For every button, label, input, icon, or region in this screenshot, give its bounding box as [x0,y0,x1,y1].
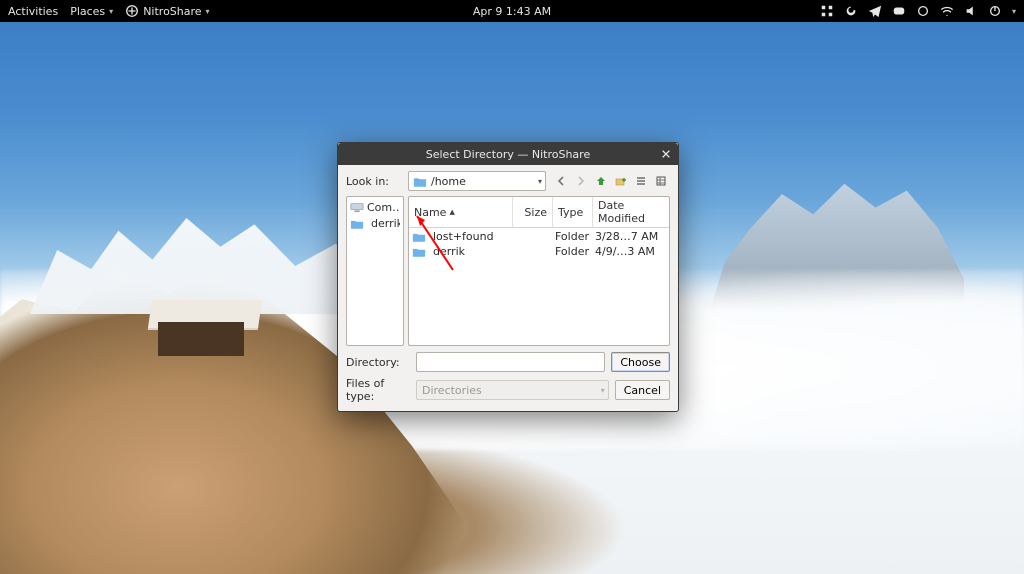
detail-view-button[interactable] [652,172,670,190]
gnome-topbar: Activities Places ▾ NitroShare ▾ Apr 9 1… [0,0,1024,22]
file-date: 4/9/…3 AM [590,245,666,258]
list-view-icon [635,175,647,187]
nav-toolbar [552,172,670,190]
tray-sync-icon[interactable] [916,4,930,18]
power-icon[interactable] [988,4,1002,18]
cancel-button[interactable]: Cancel [615,380,670,400]
tray-indicator-icon[interactable] [820,4,834,18]
file-row[interactable]: lost+found Folder3/28…7 AM [409,229,669,244]
select-directory-dialog: Select Directory — NitroShare Look in: /… [337,142,679,412]
back-button[interactable] [552,172,570,190]
close-button[interactable] [658,146,674,162]
filetype-value: Directories [422,384,482,397]
directory-input[interactable] [416,352,605,372]
topbar-places[interactable]: Places ▾ [70,5,113,18]
chevron-down-icon: ▾ [206,7,210,16]
topbar-activities[interactable]: Activities [8,5,58,18]
column-name[interactable]: Name▲ [409,197,513,227]
lookin-combo[interactable]: /home ▾ [408,171,546,191]
column-type[interactable]: Type [553,197,593,227]
folder-icon [350,218,364,229]
place-item[interactable]: Com… [350,199,400,215]
list-view-button[interactable] [632,172,650,190]
tray-refresh-icon[interactable] [844,4,858,18]
dialog-titlebar[interactable]: Select Directory — NitroShare [338,143,678,165]
sort-asc-icon: ▲ [449,208,454,216]
wallpaper-chalet [150,300,260,360]
file-pane: Name▲ Size Type Date Modified lost+found… [408,196,670,346]
choose-button[interactable]: Choose [611,352,670,372]
file-name: derrik [433,245,465,258]
topbar-places-label: Places [70,5,105,18]
filetype-combo[interactable]: Directories ▾ [416,380,609,400]
topbar-clock[interactable]: Apr 9 1:43 AM [473,5,551,18]
volume-icon[interactable] [964,4,978,18]
detail-view-icon [655,175,667,187]
new-folder-button[interactable] [612,172,630,190]
file-row[interactable]: derrik Folder4/9/…3 AM [409,244,669,259]
chevron-down-icon: ▾ [538,177,542,186]
close-icon [661,149,671,159]
folder-icon [412,231,426,242]
column-date[interactable]: Date Modified [593,197,669,227]
file-type: Folder [550,245,590,258]
up-button[interactable] [592,172,610,190]
new-folder-icon [615,175,627,187]
wifi-icon[interactable] [940,4,954,18]
lookin-label: Look in: [346,175,402,188]
tray-discord-icon[interactable] [892,4,906,18]
chevron-down-icon: ▾ [1012,7,1016,16]
dialog-title: Select Directory — NitroShare [426,148,590,161]
file-name: lost+found [433,230,494,243]
folder-icon [413,176,427,187]
arrow-right-icon [575,175,587,187]
forward-button[interactable] [572,172,590,190]
directory-label: Directory: [346,356,410,369]
places-pane: Com… derrik [346,196,404,346]
chevron-down-icon: ▾ [601,386,605,395]
chevron-down-icon: ▾ [109,7,113,16]
arrow-up-icon [595,175,607,187]
column-size[interactable]: Size [513,197,553,227]
lookin-path: /home [431,175,466,188]
place-label: Com… [367,201,400,214]
tray-telegram-icon[interactable] [868,4,882,18]
place-label: derrik [371,217,400,230]
filetype-label: Files of type: [346,377,410,403]
file-type: Folder [550,230,590,243]
computer-icon [350,201,364,213]
file-list: lost+found Folder3/28…7 AM derrik Folder4/9… [409,228,669,345]
file-date: 3/28…7 AM [590,230,666,243]
place-item[interactable]: derrik [350,215,400,231]
folder-icon [412,246,426,257]
topbar-app[interactable]: NitroShare ▾ [125,4,209,18]
nitroshare-icon [125,4,139,18]
topbar-app-label: NitroShare [143,5,201,18]
arrow-left-icon [555,175,567,187]
